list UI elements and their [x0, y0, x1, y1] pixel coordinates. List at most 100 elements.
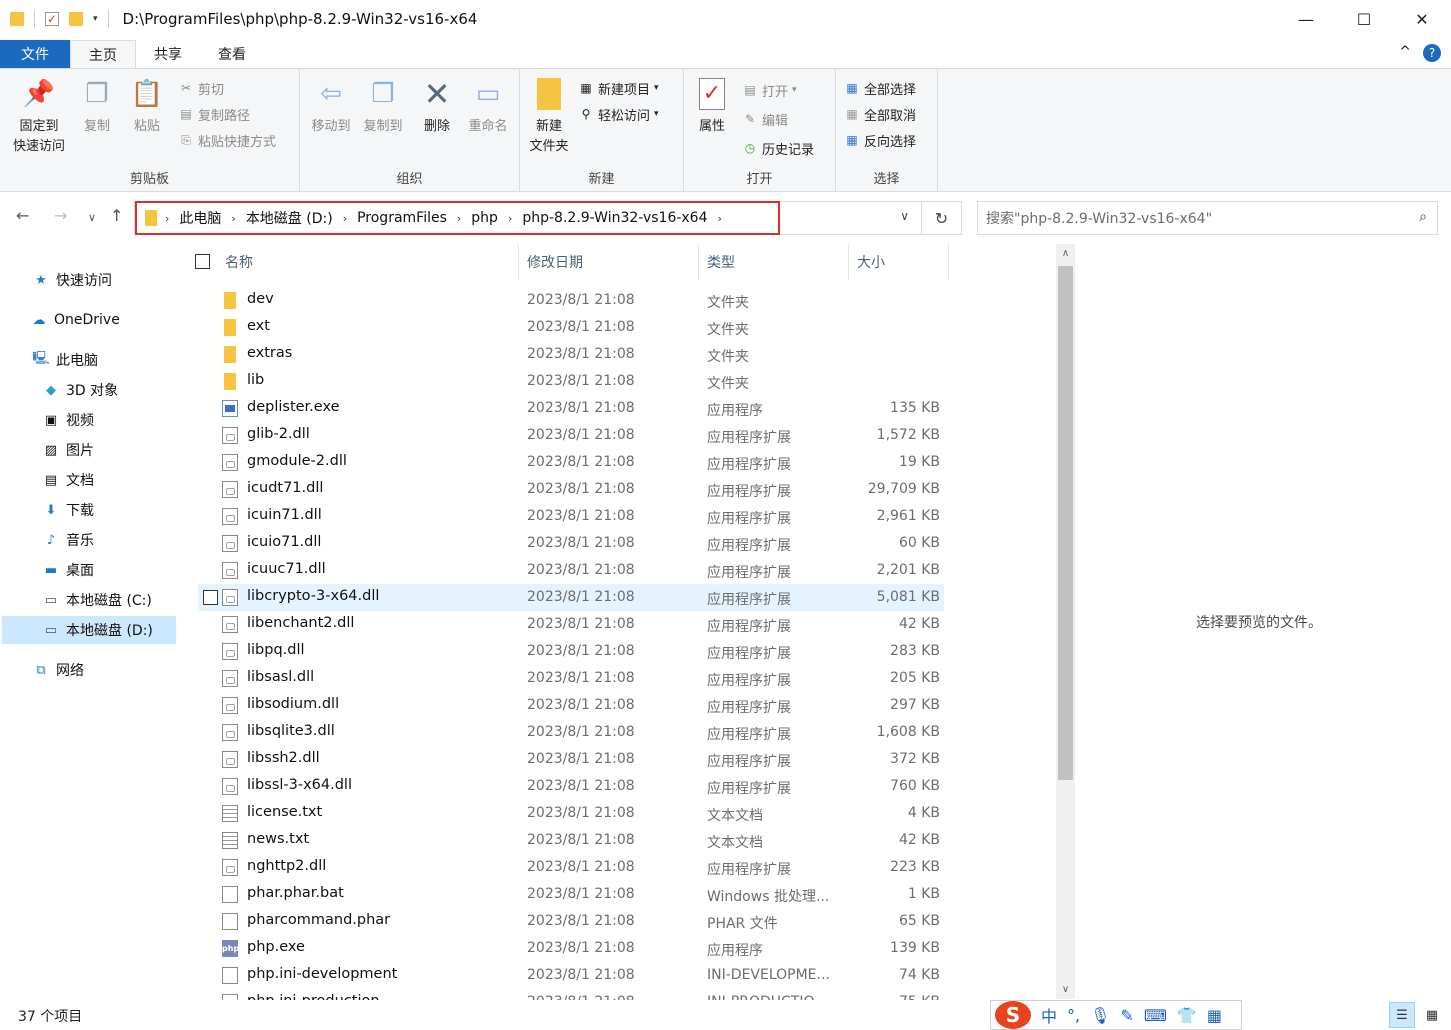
copy-button[interactable]: ❐ 复制 — [76, 75, 118, 137]
chevron-down-icon[interactable]: ∨ — [900, 209, 909, 223]
column-name[interactable]: 名称 — [225, 252, 253, 272]
nav-music[interactable]: ♪ 音乐 — [42, 526, 94, 554]
address-bar[interactable]: › 此电脑 › 本地磁盘 (D:) › ProgramFiles › php ›… — [134, 201, 922, 235]
chevron-right-icon[interactable]: › — [163, 212, 171, 225]
column-divider[interactable] — [518, 244, 519, 280]
paste-button[interactable]: 📋 粘贴 — [126, 75, 168, 137]
scroll-up-icon[interactable]: ∧ — [1056, 248, 1075, 259]
table-row[interactable]: ext 2023/8/1 21:08 文件夹 — [198, 314, 944, 341]
column-divider[interactable] — [848, 244, 849, 280]
nav-downloads[interactable]: ⬇ 下载 — [42, 496, 94, 524]
tab-file[interactable]: 文件 — [0, 40, 70, 68]
column-size[interactable]: 大小 — [857, 252, 885, 272]
crumb-php[interactable]: php — [463, 210, 506, 226]
table-row[interactable]: libcrypto-3-x64.dll 2023/8/1 21:08 应用程序扩展 5… — [198, 584, 944, 611]
nav-drive-c[interactable]: ▭ 本地磁盘 (C:) — [42, 586, 152, 614]
chevron-right-icon[interactable]: › — [506, 212, 514, 225]
table-row[interactable]: license.txt 2023/8/1 21:08 文本文档 4 KB — [198, 800, 944, 827]
delete-button[interactable]: ✕ 删除 — [416, 75, 458, 137]
new-item-button[interactable]: ▦ 新建项目 ▾ — [578, 77, 658, 99]
search-input[interactable]: 搜索"php-8.2.9-Win32-vs16-x64" ⌕ — [977, 201, 1438, 235]
chevron-right-icon[interactable]: › — [229, 212, 237, 225]
nav-network[interactable]: ⧉ 网络 — [32, 656, 84, 684]
cut-button[interactable]: ✂ 剪切 — [178, 77, 224, 99]
history-button[interactable]: ◷ 历史记录 — [742, 137, 814, 159]
tab-home[interactable]: 主页 — [70, 40, 136, 68]
table-row[interactable]: nghttp2.dll 2023/8/1 21:08 应用程序扩展 223 KB — [198, 854, 944, 881]
keyboard-icon[interactable]: ⌨ — [1144, 1006, 1167, 1025]
table-row[interactable]: gmodule-2.dll 2023/8/1 21:08 应用程序扩展 19 KB — [198, 449, 944, 476]
tab-view[interactable]: 查看 — [200, 40, 264, 68]
table-row[interactable]: pharcommand.phar 2023/8/1 21:08 PHAR 文件 65 … — [198, 908, 944, 935]
properties-quick-icon[interactable]: ✓ — [45, 12, 59, 26]
copy-to-button[interactable]: ❐ 复制到 — [356, 75, 410, 137]
tab-share[interactable]: 共享 — [136, 40, 200, 68]
customize-toolbar-icon[interactable]: ▾ — [93, 14, 98, 24]
maximize-button[interactable]: ☐ — [1335, 0, 1393, 38]
back-arrow-icon[interactable]: ← — [16, 206, 29, 225]
table-row[interactable]: libsqlite3.dll 2023/8/1 21:08 应用程序扩展 1,608 … — [198, 719, 944, 746]
nav-documents[interactable]: ▤ 文档 — [42, 466, 94, 494]
ime-punctuation-toggle[interactable]: °, — [1067, 1006, 1080, 1025]
table-row[interactable]: icuuc71.dll 2023/8/1 21:08 应用程序扩展 2,201 KB — [198, 557, 944, 584]
copy-path-button[interactable]: ▤ 复制路径 — [178, 103, 250, 125]
nav-drive-d[interactable]: ▭ 本地磁盘 (D:) — [2, 616, 176, 644]
table-row[interactable]: icuio71.dll 2023/8/1 21:08 应用程序扩展 60 KB — [198, 530, 944, 557]
table-row[interactable]: dev 2023/8/1 21:08 文件夹 — [198, 287, 944, 314]
move-to-button[interactable]: ⇦ 移动到 — [304, 75, 358, 137]
scrollbar-thumb[interactable] — [1058, 266, 1073, 780]
invert-selection-button[interactable]: ▦ 反向选择 — [844, 129, 916, 151]
table-row[interactable]: libenchant2.dll 2023/8/1 21:08 应用程序扩展 42 KB — [198, 611, 944, 638]
nav-videos[interactable]: ▣ 视频 — [42, 406, 94, 434]
column-date[interactable]: 修改日期 — [527, 252, 583, 272]
scroll-down-icon[interactable]: ∨ — [1056, 984, 1075, 995]
apps-grid-icon[interactable]: ▦ — [1207, 1006, 1222, 1025]
crumb-php-version[interactable]: php-8.2.9-Win32-vs16-x64 — [514, 210, 715, 226]
table-row[interactable]: libssh2.dll 2023/8/1 21:08 应用程序扩展 372 KB — [198, 746, 944, 773]
select-none-button[interactable]: ▦ 全部取消 — [844, 103, 916, 125]
easy-access-button[interactable]: ⚲ 轻松访问 ▾ — [578, 103, 659, 125]
nav-onedrive[interactable]: ☁ OneDrive — [30, 306, 120, 334]
large-icons-view-icon[interactable]: ▦ — [1419, 1002, 1445, 1028]
vertical-scrollbar[interactable]: ∧ ∨ — [1056, 244, 1075, 999]
table-row[interactable]: icudt71.dll 2023/8/1 21:08 应用程序扩展 29,709 KB — [198, 476, 944, 503]
table-row[interactable]: deplister.exe 2023/8/1 21:08 应用程序 135 KB — [198, 395, 944, 422]
table-row[interactable]: lib 2023/8/1 21:08 文件夹 — [198, 368, 944, 395]
help-icon[interactable]: ? — [1423, 44, 1441, 62]
up-arrow-icon[interactable]: ↑ — [110, 206, 123, 225]
select-all-checkbox[interactable] — [195, 254, 210, 269]
chevron-right-icon[interactable]: › — [455, 212, 463, 225]
crumb-programfiles[interactable]: ProgramFiles — [349, 210, 455, 226]
table-row[interactable]: news.txt 2023/8/1 21:08 文本文档 42 KB — [198, 827, 944, 854]
nav-desktop[interactable]: ▬ 桌面 — [42, 556, 94, 584]
table-row[interactable]: extras 2023/8/1 21:08 文件夹 — [198, 341, 944, 368]
column-type[interactable]: 类型 — [707, 252, 735, 272]
table-row[interactable]: glib-2.dll 2023/8/1 21:08 应用程序扩展 1,572 KB — [198, 422, 944, 449]
nav-3d-objects[interactable]: ◆ 3D 对象 — [42, 376, 118, 404]
select-all-button[interactable]: ▦ 全部选择 — [844, 77, 916, 99]
pen-icon[interactable]: ✎ — [1120, 1006, 1133, 1025]
table-row[interactable]: php.ini-development 2023/8/1 21:08 INI-DEV… — [198, 962, 944, 989]
table-row[interactable]: libsasl.dll 2023/8/1 21:08 应用程序扩展 205 KB — [198, 665, 944, 692]
table-row[interactable]: libsodium.dll 2023/8/1 21:08 应用程序扩展 297 KB — [198, 692, 944, 719]
table-row[interactable]: libssl-3-x64.dll 2023/8/1 21:08 应用程序扩展 760 … — [198, 773, 944, 800]
table-row[interactable]: libpq.dll 2023/8/1 21:08 应用程序扩展 283 KB — [198, 638, 944, 665]
column-divider[interactable] — [948, 244, 949, 280]
crumb-drive-d[interactable]: 本地磁盘 (D:) — [238, 208, 341, 228]
new-folder-quick-icon[interactable] — [69, 12, 83, 26]
chevron-right-icon[interactable]: › — [716, 212, 724, 225]
table-row[interactable]: icuin71.dll 2023/8/1 21:08 应用程序扩展 2,961 KB — [198, 503, 944, 530]
nav-this-pc[interactable]: 🖳 此电脑 — [32, 346, 98, 374]
collapse-ribbon-icon[interactable]: ^ — [1399, 44, 1411, 62]
crumb-this-pc[interactable]: 此电脑 — [171, 208, 229, 228]
ime-logo-icon[interactable]: S — [995, 1001, 1031, 1029]
recent-locations-icon[interactable]: ∨ — [88, 211, 96, 224]
ime-mode-toggle[interactable]: 中 — [1041, 1003, 1057, 1027]
minimize-button[interactable]: — — [1277, 0, 1335, 38]
properties-button[interactable]: ✓ 属性 — [690, 75, 734, 137]
nav-quick-access[interactable]: ★ 快速访问 — [32, 266, 112, 294]
refresh-button[interactable]: ↻ — [922, 201, 962, 235]
column-divider[interactable] — [698, 244, 699, 280]
microphone-icon[interactable]: 🎙 — [1090, 1006, 1110, 1025]
row-checkbox[interactable] — [203, 590, 218, 605]
